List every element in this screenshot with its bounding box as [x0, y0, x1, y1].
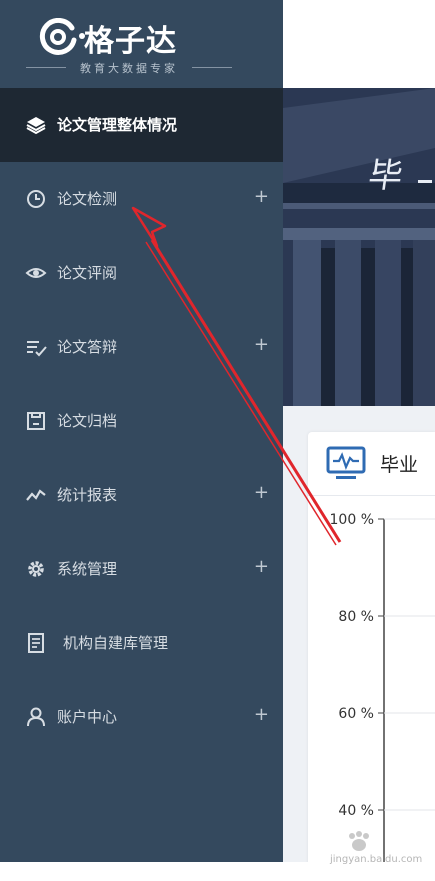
sidebar-item-label: 论文检测: [57, 190, 118, 208]
sidebar-item-overview[interactable]: 论文管理整体情况: [0, 88, 283, 162]
user-icon: [27, 707, 45, 727]
expand-plus-icon[interactable]: +: [254, 556, 269, 577]
banner-calligraphy: 毕: [365, 156, 406, 196]
archive-icon: [27, 412, 45, 430]
y-tick-label: 40 %: [338, 803, 374, 819]
sidebar-item-label: 论文评阅: [57, 264, 118, 282]
building-illustration: [283, 88, 435, 406]
sidebar-item-library[interactable]: 机构自建库管理: [0, 606, 283, 680]
trend-icon: [26, 489, 46, 501]
chart-panel: 毕业 100 % 80 % 60 % 40 %: [308, 432, 435, 868]
sidebar-item-label: 机构自建库管理: [63, 634, 169, 652]
logo-subtitle: 教育大数据专家: [80, 62, 178, 75]
sidebar-item-defense[interactable]: 论文答辩 +: [0, 310, 283, 384]
sidebar-item-system[interactable]: 系统管理 +: [0, 532, 283, 606]
gear-icon: [28, 561, 44, 577]
sidebar-item-label: 论文答辩: [57, 338, 118, 356]
y-tick-label: 80 %: [338, 609, 374, 625]
panel-title: 毕业: [380, 454, 419, 476]
y-tick-label: 100 %: [330, 512, 374, 528]
expand-plus-icon[interactable]: +: [254, 704, 269, 725]
banner-calligraphy-mark: [418, 180, 432, 183]
sidebar-item-label: 统计报表: [57, 486, 118, 504]
document-icon: [28, 633, 44, 653]
sidebar-item-review[interactable]: 论文评阅: [0, 236, 283, 310]
list-check-icon: [27, 341, 47, 357]
paw-icon: [349, 831, 369, 851]
sidebar-item-label: 系统管理: [57, 560, 118, 578]
monitor-icon: [326, 446, 366, 479]
watermark-text: jingyan.baidu.com: [330, 854, 423, 865]
panel-header: 毕业: [308, 432, 435, 496]
banner-image: 毕: [283, 88, 435, 406]
sidebar: 格子达 教育大数据专家 论文管理整体情况 论文检测 + 论文评阅 论文答辩 + …: [0, 0, 283, 862]
logo-name: 格子达: [84, 24, 177, 59]
sidebar-item-reports[interactable]: 统计报表 +: [0, 458, 283, 532]
sidebar-item-account[interactable]: 账户中心 +: [0, 680, 283, 754]
expand-plus-icon[interactable]: +: [254, 482, 269, 503]
eye-icon: [25, 268, 47, 278]
sidebar-item-label: 账户中心: [57, 708, 118, 726]
layers-icon: [26, 117, 46, 135]
logo-icon: [39, 18, 77, 55]
clock-icon: [27, 190, 45, 208]
sidebar-item-label: 论文归档: [57, 412, 118, 430]
expand-plus-icon[interactable]: +: [254, 186, 269, 207]
logo[interactable]: 格子达 教育大数据专家: [0, 0, 283, 88]
chart: 100 % 80 % 60 % 40 %: [330, 512, 435, 868]
watermark: jingyan.baidu.com: [330, 830, 422, 866]
sidebar-item-detection[interactable]: 论文检测 +: [0, 162, 283, 236]
y-tick-label: 60 %: [338, 706, 374, 722]
sidebar-item-archive[interactable]: 论文归档: [0, 384, 283, 458]
sidebar-item-label: 论文管理整体情况: [57, 116, 178, 134]
expand-plus-icon[interactable]: +: [254, 334, 269, 355]
